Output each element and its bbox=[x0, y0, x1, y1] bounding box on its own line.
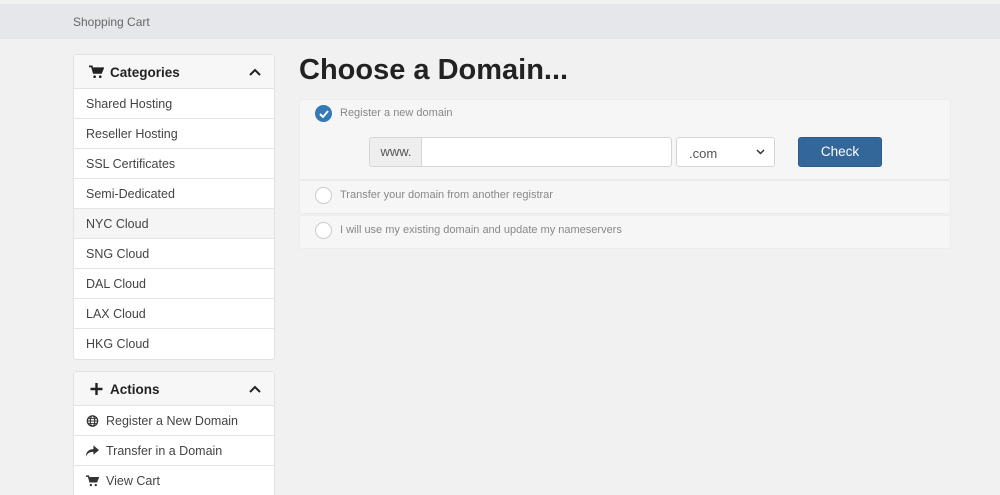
category-item-ssl-certificates[interactable]: SSL Certificates bbox=[74, 149, 274, 179]
action-label: Register a New Domain bbox=[106, 414, 238, 428]
top-bar: Shopping Cart bbox=[0, 4, 1000, 39]
checkmark-icon bbox=[319, 110, 329, 118]
breadcrumb[interactable]: Shopping Cart bbox=[73, 15, 150, 29]
category-label: LAX Cloud bbox=[86, 307, 146, 321]
categories-panel: Categories Shared Hosting Reseller Hosti… bbox=[73, 54, 275, 360]
action-label: Transfer in a Domain bbox=[106, 444, 223, 458]
category-label: Semi-Dedicated bbox=[86, 187, 175, 201]
action-label: View Cart bbox=[106, 474, 160, 488]
option-register-domain: Register a new domain www. .com Check bbox=[299, 99, 951, 180]
category-item-reseller-hosting[interactable]: Reseller Hosting bbox=[74, 119, 274, 149]
category-item-semi-dedicated[interactable]: Semi-Dedicated bbox=[74, 179, 274, 209]
existing-radio[interactable] bbox=[315, 222, 332, 239]
category-label: Reseller Hosting bbox=[86, 127, 178, 141]
globe-icon bbox=[86, 415, 99, 427]
tld-value: .com bbox=[689, 146, 718, 161]
actions-panel: Actions Register a New Domain Transfer i… bbox=[73, 371, 275, 495]
chevron-down-icon bbox=[756, 149, 765, 155]
category-item-shared-hosting[interactable]: Shared Hosting bbox=[74, 89, 274, 119]
category-label: HKG Cloud bbox=[86, 337, 150, 351]
cart-icon bbox=[89, 65, 104, 78]
register-label[interactable]: Register a new domain bbox=[340, 107, 453, 119]
category-label: Shared Hosting bbox=[86, 97, 173, 111]
categories-header[interactable]: Categories bbox=[74, 55, 274, 89]
category-label: SNG Cloud bbox=[86, 247, 150, 261]
transfer-label[interactable]: Transfer your domain from another regist… bbox=[340, 189, 553, 201]
check-button[interactable]: Check bbox=[798, 137, 882, 167]
cart-icon bbox=[86, 475, 99, 487]
category-item-hkg-cloud[interactable]: HKG Cloud bbox=[74, 329, 274, 359]
existing-label[interactable]: I will use my existing domain and update… bbox=[340, 224, 622, 236]
category-item-sng-cloud[interactable]: SNG Cloud bbox=[74, 239, 274, 269]
category-item-nyc-cloud[interactable]: NYC Cloud bbox=[74, 209, 274, 239]
chevron-up-icon[interactable] bbox=[249, 384, 261, 394]
action-register-domain[interactable]: Register a New Domain bbox=[74, 406, 274, 436]
tld-select[interactable]: .com bbox=[676, 137, 775, 167]
action-view-cart[interactable]: View Cart bbox=[74, 466, 274, 495]
option-existing-domain: I will use my existing domain and update… bbox=[299, 215, 951, 249]
www-prefix: www. bbox=[369, 137, 422, 167]
plus-icon bbox=[90, 383, 103, 395]
share-arrow-icon bbox=[86, 445, 99, 457]
option-transfer-domain: Transfer your domain from another regist… bbox=[299, 180, 951, 214]
actions-title: Actions bbox=[110, 382, 160, 397]
chevron-up-icon[interactable] bbox=[249, 67, 261, 77]
category-label: DAL Cloud bbox=[86, 277, 146, 291]
transfer-radio[interactable] bbox=[315, 187, 332, 204]
action-transfer-domain[interactable]: Transfer in a Domain bbox=[74, 436, 274, 466]
categories-title: Categories bbox=[110, 65, 180, 80]
page-title: Choose a Domain... bbox=[299, 54, 569, 86]
category-item-lax-cloud[interactable]: LAX Cloud bbox=[74, 299, 274, 329]
domain-input[interactable] bbox=[421, 137, 672, 167]
category-label: NYC Cloud bbox=[86, 217, 149, 231]
category-item-dal-cloud[interactable]: DAL Cloud bbox=[74, 269, 274, 299]
actions-header[interactable]: Actions bbox=[74, 372, 274, 406]
category-label: SSL Certificates bbox=[86, 157, 176, 171]
register-radio[interactable] bbox=[315, 105, 332, 122]
